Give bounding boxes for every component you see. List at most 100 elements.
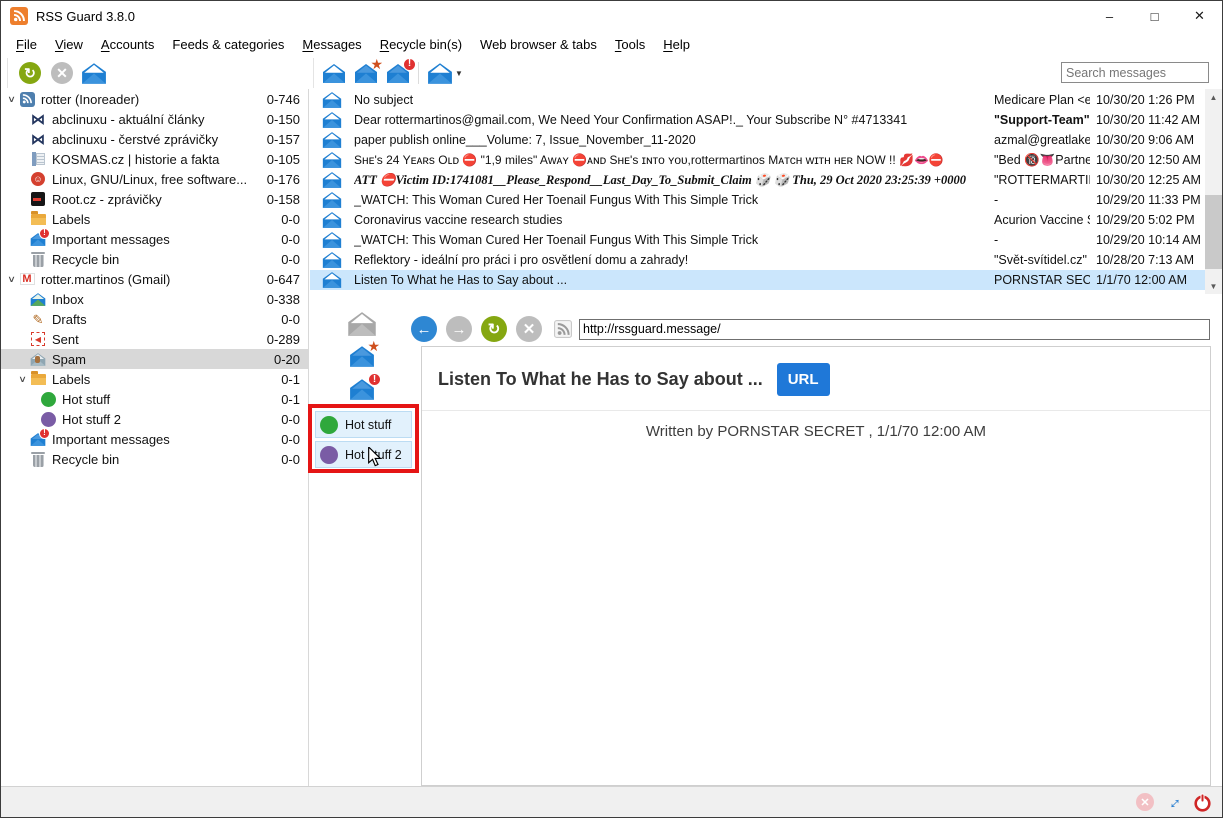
feed-label: Sent	[52, 332, 267, 347]
feed-row[interactable]: ⋈abclinuxu - čerstvé zprávičky0-157	[1, 129, 308, 149]
feed-row[interactable]: Hot stuff0-1	[1, 389, 308, 409]
quit-power-icon[interactable]	[1193, 793, 1212, 812]
mark-starred-toolbar-button[interactable]: ★	[350, 58, 382, 88]
message-subject: _WATCH: This Woman Cured Her Toenail Fun…	[354, 233, 994, 247]
feed-count: 0-0	[281, 412, 308, 427]
feed-row[interactable]: Spam0-20	[1, 349, 308, 369]
menu-messages[interactable]: Messages	[293, 34, 370, 55]
label-chip-text: Hot stuff	[345, 418, 391, 432]
minimize-button[interactable]: –	[1087, 1, 1132, 31]
stop-refresh-button[interactable]: ✕	[46, 58, 78, 88]
fullscreen-toggle-icon[interactable]: ↔	[1160, 789, 1186, 815]
message-row[interactable]: _WATCH: This Woman Cured Her Toenail Fun…	[310, 190, 1205, 210]
mark-read-button[interactable]	[347, 307, 377, 340]
close-button[interactable]: ✕	[1177, 1, 1222, 31]
url-address-input[interactable]	[579, 319, 1210, 340]
message-row[interactable]: Coronavirus vaccine research studiesAcur…	[310, 210, 1205, 230]
forward-button[interactable]: →	[446, 316, 472, 342]
tree-collapse-icon[interactable]: ∨	[14, 374, 31, 385]
message-author: azmal@greatlake...	[994, 133, 1090, 147]
preview-nav-toolbar: ← → ↻ ✕	[411, 315, 1210, 343]
scroll-down-icon[interactable]: ▼	[1205, 278, 1222, 294]
feed-row[interactable]: ∨Labels0-1	[1, 369, 308, 389]
tree-collapse-icon[interactable]: ∨	[3, 94, 20, 105]
tree-collapse-icon[interactable]: ∨	[3, 274, 20, 285]
menu-file[interactable]: File	[7, 34, 46, 55]
feed-row[interactable]: ⋈abclinuxu - aktuální články0-150	[1, 109, 308, 129]
message-row[interactable]: Reflektory - ideální pro práci i pro osv…	[310, 250, 1205, 270]
reload-button[interactable]: ↻	[481, 316, 507, 342]
message-list-scrollbar[interactable]: ▲ ▼	[1205, 89, 1222, 294]
label-color-dot	[320, 446, 338, 464]
message-row[interactable]: Sʜᴇ's 24 Yᴇᴀʀs Oʟᴅ ⛔ "1,9 miles" Aᴡᴀʏ ⛔ᴀ…	[310, 150, 1205, 170]
scrollbar-thumb[interactable]	[1205, 195, 1222, 269]
message-row[interactable]: paper publish online___Volume: 7, Issue_…	[310, 130, 1205, 150]
feed-label: Inbox	[52, 292, 267, 307]
mark-important-toolbar-button[interactable]: !	[382, 58, 414, 88]
message-author: "Support-Team" ...	[994, 113, 1090, 127]
label-chip-hot-stuff-2[interactable]: Hot stuff 2	[315, 441, 412, 468]
message-envelope-icon	[310, 112, 354, 128]
message-subject: ATT ⛔Victim ID:1741081__Please_Respond__…	[354, 173, 994, 188]
message-date: 1/1/70 12:00 AM	[1090, 273, 1205, 287]
mail-button[interactable]	[78, 58, 110, 88]
feed-icon	[29, 353, 47, 366]
message-envelope-icon	[310, 212, 354, 228]
envelope-exclamation-icon: !	[349, 379, 375, 400]
menu-help[interactable]: Help	[654, 34, 699, 55]
message-row[interactable]: ATT ⛔Victim ID:1741081__Please_Respond__…	[310, 170, 1205, 190]
mark-starred-button[interactable]: ★	[349, 340, 375, 373]
labels-popup-highlight: Hot stuff Hot stuff 2	[308, 404, 419, 473]
feed-row[interactable]: !Important messages0-0	[1, 229, 308, 249]
scroll-up-icon[interactable]: ▲	[1205, 89, 1222, 105]
message-row[interactable]: No subjectMedicare Plan <e...10/30/20 1:…	[310, 90, 1205, 110]
feed-row[interactable]: Recycle bin0-0	[1, 249, 308, 269]
label-chip-hot-stuff[interactable]: Hot stuff	[315, 411, 412, 438]
mark-important-button[interactable]: !	[349, 373, 375, 406]
message-menu-dropdown-button[interactable]: ▼	[423, 58, 467, 88]
url-button[interactable]: URL	[777, 363, 830, 396]
message-subject: Coronavirus vaccine research studies	[354, 213, 994, 227]
app-window: RSS Guard 3.8.0 – □ ✕ FileViewAccountsFe…	[0, 0, 1223, 818]
envelope-star-icon: ★	[354, 64, 378, 83]
menu-web-browser-tabs[interactable]: Web browser & tabs	[471, 34, 606, 55]
feed-row[interactable]: Labels0-0	[1, 209, 308, 229]
feed-label: rotter (Inoreader)	[41, 92, 267, 107]
feed-label: Recycle bin	[52, 452, 281, 467]
mark-read-toolbar-button[interactable]	[318, 58, 350, 88]
feed-row[interactable]: Recycle bin0-0	[1, 449, 308, 469]
menu-recycle-bin-s-[interactable]: Recycle bin(s)	[371, 34, 471, 55]
feed-row[interactable]: Inbox0-338	[1, 289, 308, 309]
message-row[interactable]: Dear rottermartinos@gmail.com, We Need Y…	[310, 110, 1205, 130]
message-author: Medicare Plan <e...	[994, 93, 1090, 107]
stop-button[interactable]: ✕	[516, 316, 542, 342]
feed-row[interactable]: ◀Sent0-289	[1, 329, 308, 349]
feed-label: Hot stuff 2	[62, 412, 281, 427]
feed-row[interactable]: Root.cz - zprávičky0-158	[1, 189, 308, 209]
message-row[interactable]: Listen To What he Has to Say about ...PO…	[310, 270, 1205, 290]
feed-row[interactable]: KOSMAS.cz | historie a fakta0-105	[1, 149, 308, 169]
menu-view[interactable]: View	[46, 34, 92, 55]
feed-row[interactable]: ✎Drafts0-0	[1, 309, 308, 329]
menu-feeds-categories[interactable]: Feeds & categories	[163, 34, 293, 55]
menu-tools[interactable]: Tools	[606, 34, 654, 55]
message-date: 10/28/20 7:13 AM	[1090, 253, 1205, 267]
mouse-cursor	[367, 447, 382, 471]
feed-label: Hot stuff	[62, 392, 281, 407]
feed-row[interactable]: ∨Mrotter.martinos (Gmail)0-647	[1, 269, 308, 289]
message-row[interactable]: _WATCH: This Woman Cured Her Toenail Fun…	[310, 230, 1205, 250]
menu-accounts[interactable]: Accounts	[92, 34, 163, 55]
refresh-feeds-button[interactable]: ↻	[14, 58, 46, 88]
feed-row[interactable]: !Important messages0-0	[1, 429, 308, 449]
back-button[interactable]: ←	[411, 316, 437, 342]
maximize-button[interactable]: □	[1132, 1, 1177, 31]
feed-count: 0-176	[267, 172, 308, 187]
search-input[interactable]	[1061, 62, 1209, 83]
message-subject: No subject	[354, 93, 994, 107]
main-area: ∨rotter (Inoreader)0-746⋈abclinuxu - akt…	[1, 89, 1222, 786]
message-envelope-icon	[310, 172, 354, 188]
feed-row[interactable]: ∨rotter (Inoreader)0-746	[1, 89, 308, 109]
feed-row[interactable]: ☺Linux, GNU/Linux, free software...0-176	[1, 169, 308, 189]
message-list: No subjectMedicare Plan <e...10/30/20 1:…	[310, 89, 1222, 294]
feed-row[interactable]: Hot stuff 20-0	[1, 409, 308, 429]
